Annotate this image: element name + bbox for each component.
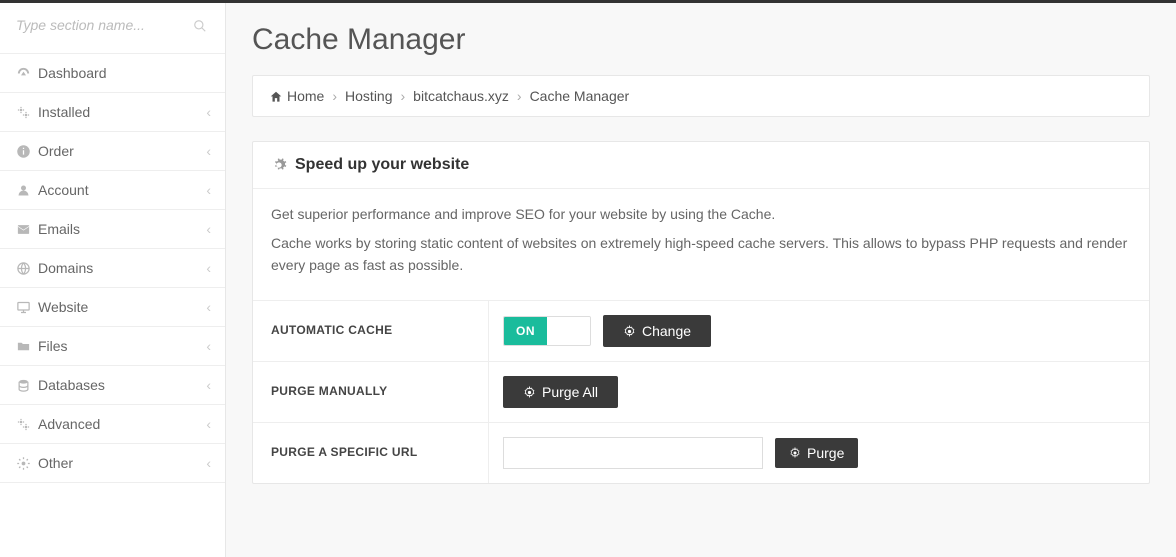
page-title: Cache Manager <box>252 23 1150 57</box>
gears-icon <box>16 417 38 432</box>
chevron-left-icon: ‹ <box>206 260 211 276</box>
sidebar-link-emails[interactable]: Emails ‹ <box>0 210 225 248</box>
sidebar-item-label: Order <box>38 143 74 159</box>
sidebar-search <box>0 3 225 41</box>
panel-heading: Speed up your website <box>253 142 1149 189</box>
sidebar-link-installed[interactable]: Installed ‹ <box>0 93 225 131</box>
main-content: Cache Manager Home › Hosting › bitcatchaus.x… <box>226 3 1176 557</box>
sidebar: Dashboard Installed ‹ Order ‹ Account ‹ Emails ‹… <box>0 3 226 557</box>
sidebar-link-website[interactable]: Website ‹ <box>0 288 225 326</box>
sidebar-link-advanced[interactable]: Advanced ‹ <box>0 405 225 443</box>
folder-icon <box>16 339 38 354</box>
breadcrumb-hosting[interactable]: Hosting <box>345 88 392 104</box>
purge-all-button[interactable]: Purge All <box>503 376 618 408</box>
chevron-left-icon: ‹ <box>206 299 211 315</box>
user-icon <box>16 183 38 198</box>
sidebar-item-label: Emails <box>38 221 80 237</box>
purge-url-input[interactable] <box>503 437 763 469</box>
chevron-left-icon: ‹ <box>206 377 211 393</box>
envelope-icon <box>16 222 38 237</box>
sidebar-item-order: Order ‹ <box>0 131 225 170</box>
row-purge-url: Purge a Specific URL Purge <box>253 423 1149 483</box>
breadcrumb-label: Home <box>287 88 324 104</box>
sidebar-item-label: Website <box>38 299 88 315</box>
change-button-label: Change <box>642 323 691 339</box>
sidebar-item-files: Files ‹ <box>0 326 225 365</box>
sidebar-item-installed: Installed ‹ <box>0 92 225 131</box>
breadcrumb-label: Hosting <box>345 88 392 104</box>
sidebar-link-account[interactable]: Account ‹ <box>0 171 225 209</box>
gear-icon <box>623 325 636 338</box>
gauge-icon <box>16 66 38 81</box>
row-label: Automatic Cache <box>253 301 489 361</box>
panel-description: Get superior performance and improve SEO… <box>253 189 1149 300</box>
sidebar-item-domains: Domains ‹ <box>0 248 225 287</box>
chevron-right-icon: › <box>401 88 406 104</box>
sidebar-link-files[interactable]: Files ‹ <box>0 327 225 365</box>
sidebar-item-emails: Emails ‹ <box>0 209 225 248</box>
chevron-right-icon: › <box>332 88 337 104</box>
monitor-icon <box>16 300 38 315</box>
panel-para2: Cache works by storing static content of… <box>271 232 1131 277</box>
sidebar-link-other[interactable]: Other ‹ <box>0 444 225 482</box>
sidebar-item-label: Installed <box>38 104 90 120</box>
sidebar-item-label: Databases <box>38 377 105 393</box>
breadcrumb-label: Cache Manager <box>530 88 630 104</box>
row-label: Purge Manually <box>253 362 489 422</box>
sidebar-link-databases[interactable]: Databases ‹ <box>0 366 225 404</box>
sidebar-item-label: Files <box>38 338 68 354</box>
panel-para1: Get superior performance and improve SEO… <box>271 203 1131 225</box>
gear-icon <box>523 386 536 399</box>
row-label: Purge a Specific URL <box>253 423 489 483</box>
cache-panel: Speed up your website Get superior perfo… <box>252 141 1150 484</box>
sidebar-item-website: Website ‹ <box>0 287 225 326</box>
sidebar-item-label: Advanced <box>38 416 100 432</box>
toggle-on-label: ON <box>504 317 547 345</box>
change-button[interactable]: Change <box>603 315 711 347</box>
sidebar-item-account: Account ‹ <box>0 170 225 209</box>
chevron-left-icon: ‹ <box>206 104 211 120</box>
breadcrumb-home[interactable]: Home <box>269 88 324 104</box>
sidebar-link-dashboard[interactable]: Dashboard <box>0 54 225 92</box>
row-purge-manually: Purge Manually Purge All <box>253 362 1149 423</box>
sidebar-item-label: Account <box>38 182 89 198</box>
sidebar-item-databases: Databases ‹ <box>0 365 225 404</box>
chevron-left-icon: ‹ <box>206 143 211 159</box>
sidebar-link-domains[interactable]: Domains ‹ <box>0 249 225 287</box>
sidebar-item-other: Other ‹ <box>0 443 225 483</box>
sidebar-item-advanced: Advanced ‹ <box>0 404 225 443</box>
chevron-right-icon: › <box>517 88 522 104</box>
search-icon <box>193 19 207 33</box>
sidebar-item-dashboard: Dashboard <box>0 53 225 92</box>
breadcrumb-bitcatchaus-xyz[interactable]: bitcatchaus.xyz <box>413 88 509 104</box>
chevron-left-icon: ‹ <box>206 338 211 354</box>
row-automatic-cache: Automatic Cache ON Change <box>253 301 1149 362</box>
toggle-off-space <box>547 317 590 345</box>
chevron-left-icon: ‹ <box>206 221 211 237</box>
purge-button[interactable]: Purge <box>775 438 858 468</box>
chevron-left-icon: ‹ <box>206 182 211 198</box>
info-icon <box>16 144 38 159</box>
chevron-left-icon: ‹ <box>206 455 211 471</box>
sidebar-item-label: Domains <box>38 260 93 276</box>
search-input[interactable] <box>16 17 209 33</box>
purge-button-label: Purge <box>807 445 844 461</box>
sidebar-link-order[interactable]: Order ‹ <box>0 132 225 170</box>
panel-heading-text: Speed up your website <box>295 156 469 174</box>
breadcrumb-label: bitcatchaus.xyz <box>413 88 509 104</box>
breadcrumb: Home › Hosting › bitcatchaus.xyz › Cache Manag… <box>252 75 1150 117</box>
gears-icon <box>271 157 287 173</box>
gear-icon <box>789 447 801 459</box>
globe-icon <box>16 261 38 276</box>
database-icon <box>16 378 38 393</box>
gear-icon <box>16 456 38 471</box>
sidebar-item-label: Other <box>38 455 73 471</box>
auto-cache-toggle[interactable]: ON <box>503 316 591 346</box>
gears-icon <box>16 105 38 120</box>
home-icon <box>269 90 283 104</box>
purge-all-label: Purge All <box>542 384 598 400</box>
chevron-left-icon: ‹ <box>206 416 211 432</box>
breadcrumb-cache-manager: Cache Manager <box>530 88 630 104</box>
sidebar-item-label: Dashboard <box>38 65 107 81</box>
